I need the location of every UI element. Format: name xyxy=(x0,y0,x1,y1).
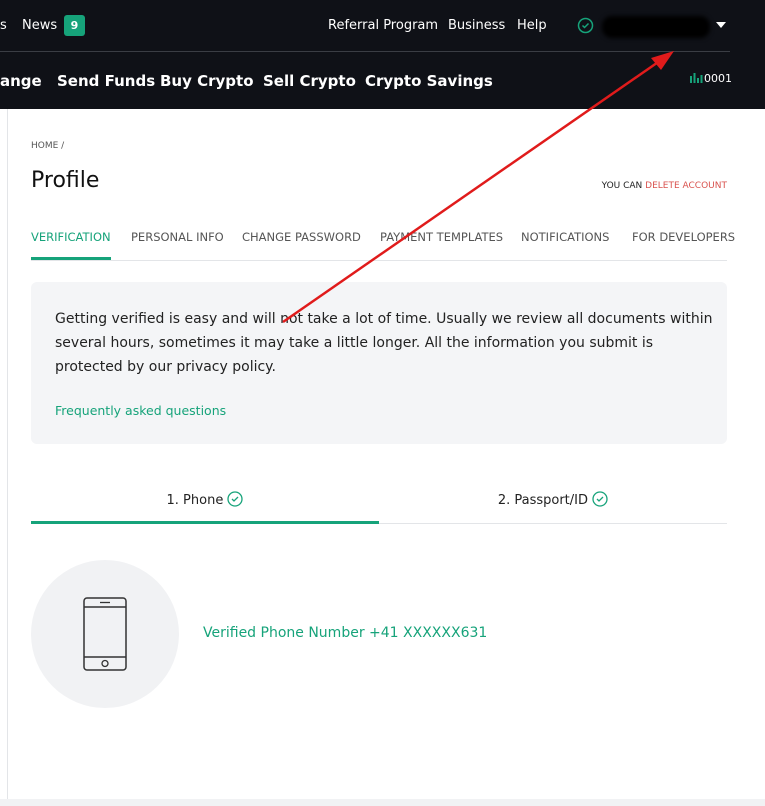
annotation-arrow xyxy=(282,51,674,324)
